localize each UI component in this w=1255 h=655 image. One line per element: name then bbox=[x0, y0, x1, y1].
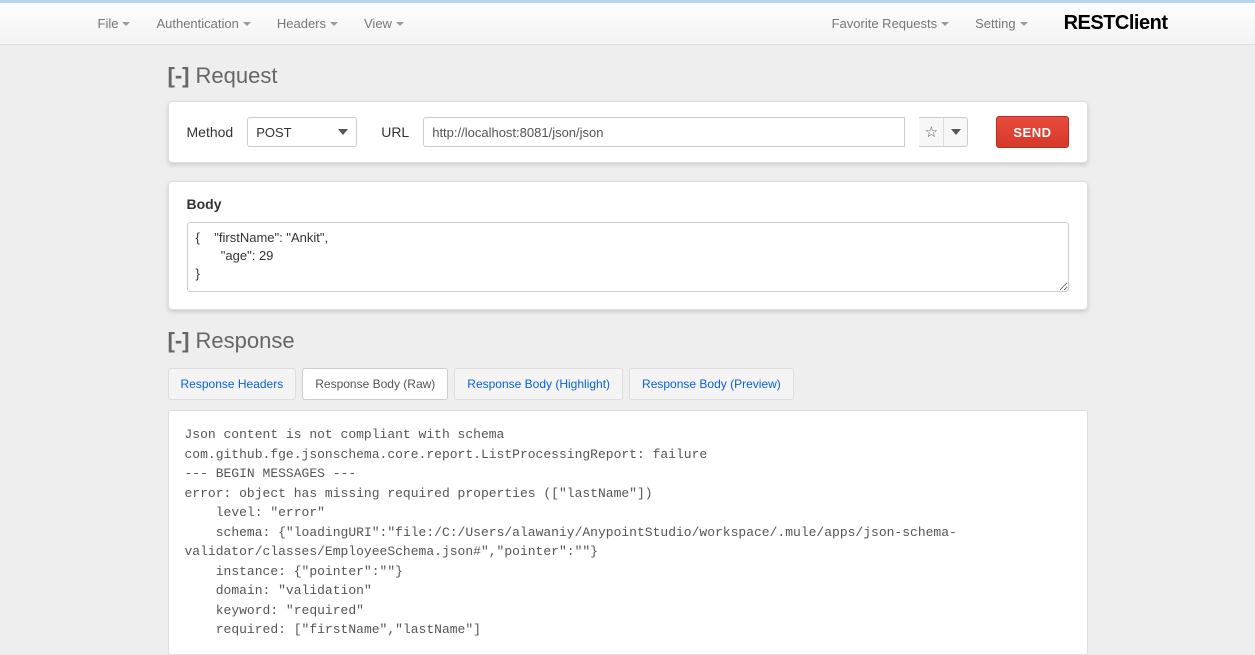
menu-file[interactable]: File bbox=[88, 10, 141, 37]
request-toggle[interactable]: [-] bbox=[168, 63, 190, 89]
chevron-down-icon bbox=[951, 129, 961, 135]
favorite-star-button[interactable]: ☆ bbox=[919, 118, 943, 146]
request-url-panel: Method POST URL ☆ SEND bbox=[168, 101, 1088, 163]
menubar: File Authentication Headers View Favorit… bbox=[0, 3, 1255, 45]
star-icon: ☆ bbox=[925, 123, 938, 141]
brand-title: RESTClient bbox=[1064, 12, 1168, 35]
menu-right-group: Favorite Requests Setting RESTClient bbox=[822, 10, 1168, 37]
url-label: URL bbox=[381, 124, 409, 140]
request-title: Request bbox=[195, 63, 277, 89]
response-section-header: [-] Response bbox=[168, 328, 1088, 354]
response-tabs: Response Headers Response Body (Raw) Res… bbox=[168, 368, 1088, 400]
menu-headers[interactable]: Headers bbox=[267, 10, 348, 37]
menu-setting-label: Setting bbox=[975, 16, 1015, 31]
response-title: Response bbox=[195, 328, 294, 354]
menu-left-group: File Authentication Headers View bbox=[88, 10, 414, 37]
chevron-down-icon bbox=[122, 22, 130, 26]
url-history-dropdown-button[interactable] bbox=[943, 118, 967, 146]
method-label: Method bbox=[187, 124, 234, 140]
menu-setting[interactable]: Setting bbox=[965, 10, 1037, 37]
body-textarea[interactable] bbox=[187, 222, 1069, 292]
url-addon-group: ☆ bbox=[919, 117, 968, 147]
chevron-down-icon bbox=[330, 22, 338, 26]
tab-response-body-raw[interactable]: Response Body (Raw) bbox=[302, 368, 448, 400]
body-label: Body bbox=[187, 196, 1069, 212]
response-toggle[interactable]: [-] bbox=[168, 328, 190, 354]
request-section-header: [-] Request bbox=[168, 63, 1088, 89]
response-body-raw: Json content is not compliant with schem… bbox=[168, 410, 1088, 655]
url-input[interactable] bbox=[423, 117, 905, 147]
chevron-down-icon bbox=[396, 22, 404, 26]
menu-view-label: View bbox=[364, 16, 392, 31]
menu-favorite-requests[interactable]: Favorite Requests bbox=[822, 10, 960, 37]
menu-headers-label: Headers bbox=[277, 16, 326, 31]
chevron-down-icon bbox=[1020, 22, 1028, 26]
menu-file-label: File bbox=[98, 16, 119, 31]
request-body-panel: Body bbox=[168, 181, 1088, 310]
menu-view[interactable]: View bbox=[354, 10, 414, 37]
chevron-down-icon bbox=[941, 22, 949, 26]
chevron-down-icon bbox=[243, 22, 251, 26]
tab-response-headers[interactable]: Response Headers bbox=[168, 368, 297, 400]
chevron-down-icon bbox=[338, 129, 348, 135]
menu-authentication[interactable]: Authentication bbox=[146, 10, 260, 37]
send-button[interactable]: SEND bbox=[996, 116, 1068, 148]
method-select[interactable]: POST bbox=[247, 117, 357, 147]
menu-authentication-label: Authentication bbox=[156, 16, 238, 31]
method-value: POST bbox=[256, 125, 291, 140]
tab-response-body-highlight[interactable]: Response Body (Highlight) bbox=[454, 368, 623, 400]
menu-favorite-requests-label: Favorite Requests bbox=[832, 16, 938, 31]
tab-response-body-preview[interactable]: Response Body (Preview) bbox=[629, 368, 794, 400]
main-content: [-] Request Method POST URL ☆ SEND bbox=[158, 63, 1098, 655]
